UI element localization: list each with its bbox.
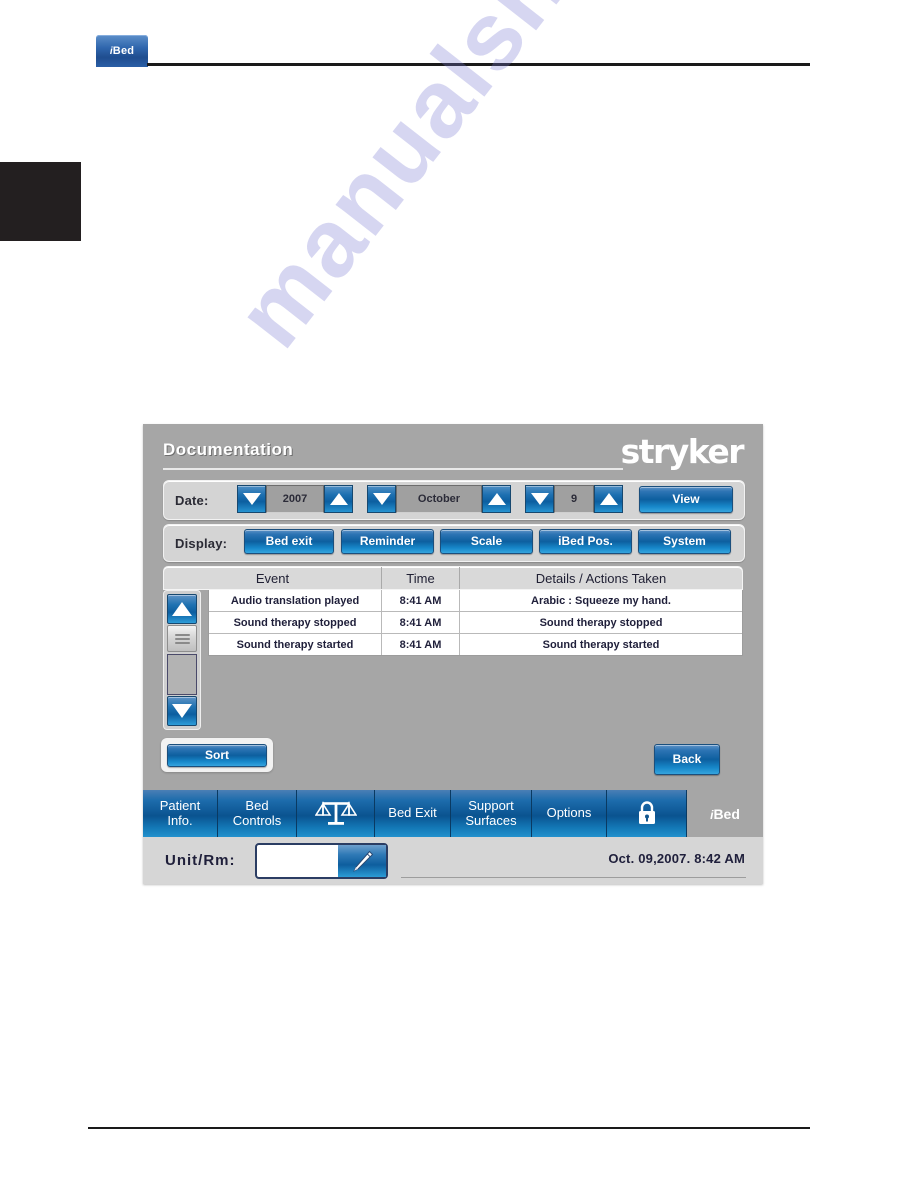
triangle-up-icon: [487, 493, 506, 505]
display-filter-reminder[interactable]: Reminder: [341, 529, 434, 554]
month-increment-button[interactable]: [482, 485, 511, 513]
table-row[interactable]: Audio translation played 8:41 AM Arabic …: [209, 590, 742, 612]
triangle-up-icon: [329, 493, 348, 505]
day-increment-button[interactable]: [594, 485, 623, 513]
table-scrollbar[interactable]: [163, 590, 201, 730]
nav-lock[interactable]: [607, 790, 687, 837]
display-filter-scale[interactable]: Scale: [440, 529, 533, 554]
nav-bed-controls-label: Bed Controls: [232, 798, 282, 828]
day-value: 9: [554, 485, 594, 513]
month-value: October: [396, 485, 482, 513]
cell-time: 8:41 AM: [382, 612, 460, 633]
scrollbar-thumb[interactable]: [167, 625, 197, 652]
nav-bed-exit[interactable]: Bed Exit: [375, 790, 451, 837]
page-tab-ibed[interactable]: iBed: [96, 35, 148, 67]
nav-bed-controls[interactable]: Bed Controls: [218, 790, 297, 837]
scroll-thumb-grip-icon: [174, 633, 190, 636]
nav-support-surfaces-label: Support Surfaces: [465, 798, 517, 828]
nav-scale[interactable]: [297, 790, 375, 837]
sort-button[interactable]: Sort: [167, 744, 267, 767]
day-decrement-button[interactable]: [525, 485, 554, 513]
display-filter-system[interactable]: System: [638, 529, 731, 554]
scroll-thumb-grip-icon: [174, 637, 190, 640]
nav-support-surfaces[interactable]: Support Surfaces: [451, 790, 532, 837]
scroll-down-button[interactable]: [167, 696, 197, 726]
scroll-up-arrow-icon: [172, 602, 192, 616]
cell-time: 8:41 AM: [382, 634, 460, 655]
nav-ibed-logo-text: iBed: [710, 805, 740, 822]
page-tab-label: iBed: [109, 45, 135, 57]
status-footer: Unit/Rm: Oct. 09,2007. 8:42 AM: [143, 837, 763, 884]
unit-room-input[interactable]: [257, 845, 338, 877]
table-row[interactable]: Sound therapy stopped 8:41 AM Sound ther…: [209, 612, 742, 634]
table-row[interactable]: Sound therapy started 8:41 AM Sound ther…: [209, 634, 742, 655]
column-header-event: Event: [164, 567, 382, 589]
year-value: 2007: [266, 485, 324, 513]
scale-balance-icon: [314, 800, 357, 825]
display-filter-ibed-pos[interactable]: iBed Pos.: [539, 529, 632, 554]
nav-options[interactable]: Options: [532, 790, 607, 837]
bottom-navigation-bar: Patient Info. Bed Controls Bed Exit Suppor…: [143, 790, 763, 837]
pencil-edit-icon: [353, 850, 374, 872]
view-button[interactable]: View: [639, 486, 733, 513]
display-label: Display:: [175, 536, 228, 551]
column-header-time: Time: [382, 567, 460, 589]
back-button[interactable]: Back: [654, 744, 720, 775]
year-increment-button[interactable]: [324, 485, 353, 513]
column-header-details: Details / Actions Taken: [535, 570, 667, 586]
month-spinner: October: [367, 485, 511, 513]
footer-datetime: Oct. 09,2007. 8:42 AM: [608, 851, 745, 866]
day-spinner: 9: [525, 485, 623, 513]
event-log-table: Event Time Details / Actions Taken Audio…: [163, 566, 743, 656]
triangle-down-icon: [530, 493, 549, 505]
nav-options-label: Options: [546, 805, 592, 821]
scroll-up-button[interactable]: [167, 594, 197, 624]
footer-rule: [88, 1127, 810, 1129]
cell-time: 8:41 AM: [382, 590, 460, 611]
footer-divider: [401, 877, 746, 878]
nav-bed-exit-label: Bed Exit: [388, 805, 437, 821]
unit-room-edit-button[interactable]: [338, 845, 386, 877]
cell-event: Sound therapy started: [209, 634, 382, 655]
triangle-up-icon: [599, 493, 618, 505]
scrollbar-track[interactable]: [167, 654, 197, 695]
cell-details: Sound therapy started: [542, 638, 660, 651]
month-decrement-button[interactable]: [367, 485, 396, 513]
display-filter-bed-exit[interactable]: Bed exit: [244, 529, 334, 554]
nav-patient-info[interactable]: Patient Info.: [143, 790, 218, 837]
unit-room-field[interactable]: [255, 843, 388, 879]
triangle-down-icon: [372, 493, 391, 505]
cell-event: Audio translation played: [209, 590, 382, 611]
page-title: Documentation: [163, 440, 294, 459]
nav-ibed-logo: iBed: [687, 790, 763, 837]
padlock-icon: [638, 800, 655, 824]
date-label: Date:: [175, 493, 209, 508]
nav-patient-info-label: Patient Info.: [159, 798, 201, 828]
unit-room-label: Unit/Rm:: [165, 852, 236, 869]
year-decrement-button[interactable]: [237, 485, 266, 513]
scroll-thumb-grip-icon: [174, 641, 190, 644]
stryker-brand-logo: stryker: [620, 432, 745, 471]
scroll-down-arrow-icon: [172, 704, 192, 718]
header-rule: [147, 63, 810, 66]
table-body: Audio translation played 8:41 AM Arabic …: [208, 590, 743, 656]
year-spinner: 2007: [237, 485, 353, 513]
device-screen: Documentation stryker Date: 2007 October…: [143, 424, 763, 884]
table-header-row: Event Time Details / Actions Taken: [163, 566, 743, 590]
screen-title-bar: Documentation stryker: [143, 424, 763, 480]
title-underline: [163, 468, 623, 470]
triangle-down-icon: [242, 493, 261, 505]
cell-details: Sound therapy stopped: [539, 616, 663, 629]
page-edge-marker: [0, 162, 81, 241]
cell-details: Arabic : Squeeze my hand.: [531, 594, 671, 607]
cell-event: Sound therapy stopped: [209, 612, 382, 633]
